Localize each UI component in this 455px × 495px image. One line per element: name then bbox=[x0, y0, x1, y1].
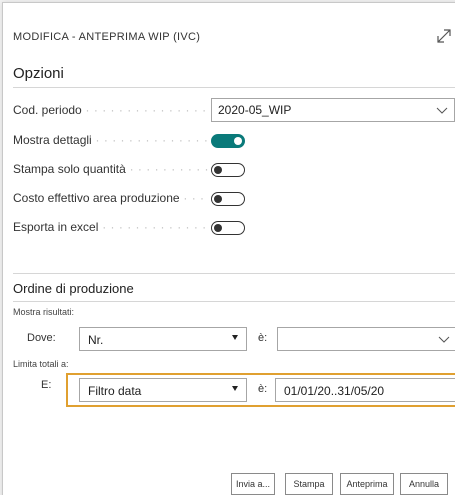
separator bbox=[13, 273, 455, 274]
cod-periodo-value: 2020-05_WIP bbox=[218, 103, 292, 117]
e-row-label: E: bbox=[41, 379, 52, 391]
limita-totali-label: Limita totali a: bbox=[13, 359, 69, 369]
dove-value-select[interactable] bbox=[277, 327, 455, 351]
invia-button[interactable]: Invia a... bbox=[231, 473, 275, 495]
report-dialog: MODIFICA - ANTEPRIMA WIP (IVC) Opzioni C… bbox=[2, 2, 455, 495]
costo-effettivo-toggle[interactable] bbox=[211, 192, 245, 206]
dove-field-value: Nr. bbox=[88, 333, 104, 347]
dove-label: Dove: bbox=[27, 332, 56, 344]
filter-field-select[interactable]: Filtro data bbox=[79, 378, 247, 402]
stampa-quantita-label: Stampa solo quantità bbox=[13, 162, 208, 176]
filter-e-label: è: bbox=[258, 383, 268, 395]
mostra-risultati-label: Mostra risultati: bbox=[13, 307, 75, 317]
dove-field-select[interactable]: Nr. bbox=[79, 327, 247, 351]
toggle-knob bbox=[214, 194, 222, 203]
separator bbox=[13, 301, 455, 302]
chevron-down-icon bbox=[438, 336, 450, 343]
toggle-knob bbox=[234, 136, 242, 145]
dropdown-arrow-icon bbox=[232, 386, 238, 391]
anteprima-button[interactable]: Anteprima bbox=[340, 473, 394, 495]
mostra-dettagli-label: Mostra dettagli bbox=[13, 133, 208, 147]
toggle-knob bbox=[214, 165, 222, 174]
mostra-dettagli-toggle[interactable] bbox=[211, 134, 245, 148]
annulla-button[interactable]: Annulla bbox=[400, 473, 448, 495]
opzioni-heading: Opzioni bbox=[13, 65, 64, 82]
toggle-knob bbox=[214, 223, 222, 232]
cod-periodo-label: Cod. periodo bbox=[13, 103, 208, 117]
costo-effettivo-label: Costo effettivo area produzione bbox=[13, 191, 208, 205]
stampa-button[interactable]: Stampa bbox=[285, 473, 333, 495]
esporta-excel-toggle[interactable] bbox=[211, 221, 245, 235]
esporta-excel-label: Esporta in excel bbox=[13, 220, 208, 234]
e-label: è: bbox=[258, 332, 268, 344]
dropdown-arrow-icon bbox=[232, 335, 238, 340]
dialog-title: MODIFICA - ANTEPRIMA WIP (IVC) bbox=[13, 31, 201, 43]
chevron-down-icon bbox=[436, 107, 448, 114]
filter-value-input[interactable]: 01/01/20..31/05/20 bbox=[275, 378, 455, 402]
expand-icon[interactable] bbox=[435, 27, 453, 45]
separator bbox=[13, 87, 455, 88]
cod-periodo-select[interactable]: 2020-05_WIP bbox=[211, 98, 455, 122]
ordine-heading: Ordine di produzione bbox=[13, 281, 134, 296]
stampa-quantita-toggle[interactable] bbox=[211, 163, 245, 177]
filter-field-value: Filtro data bbox=[88, 384, 142, 398]
filter-value: 01/01/20..31/05/20 bbox=[284, 384, 385, 398]
